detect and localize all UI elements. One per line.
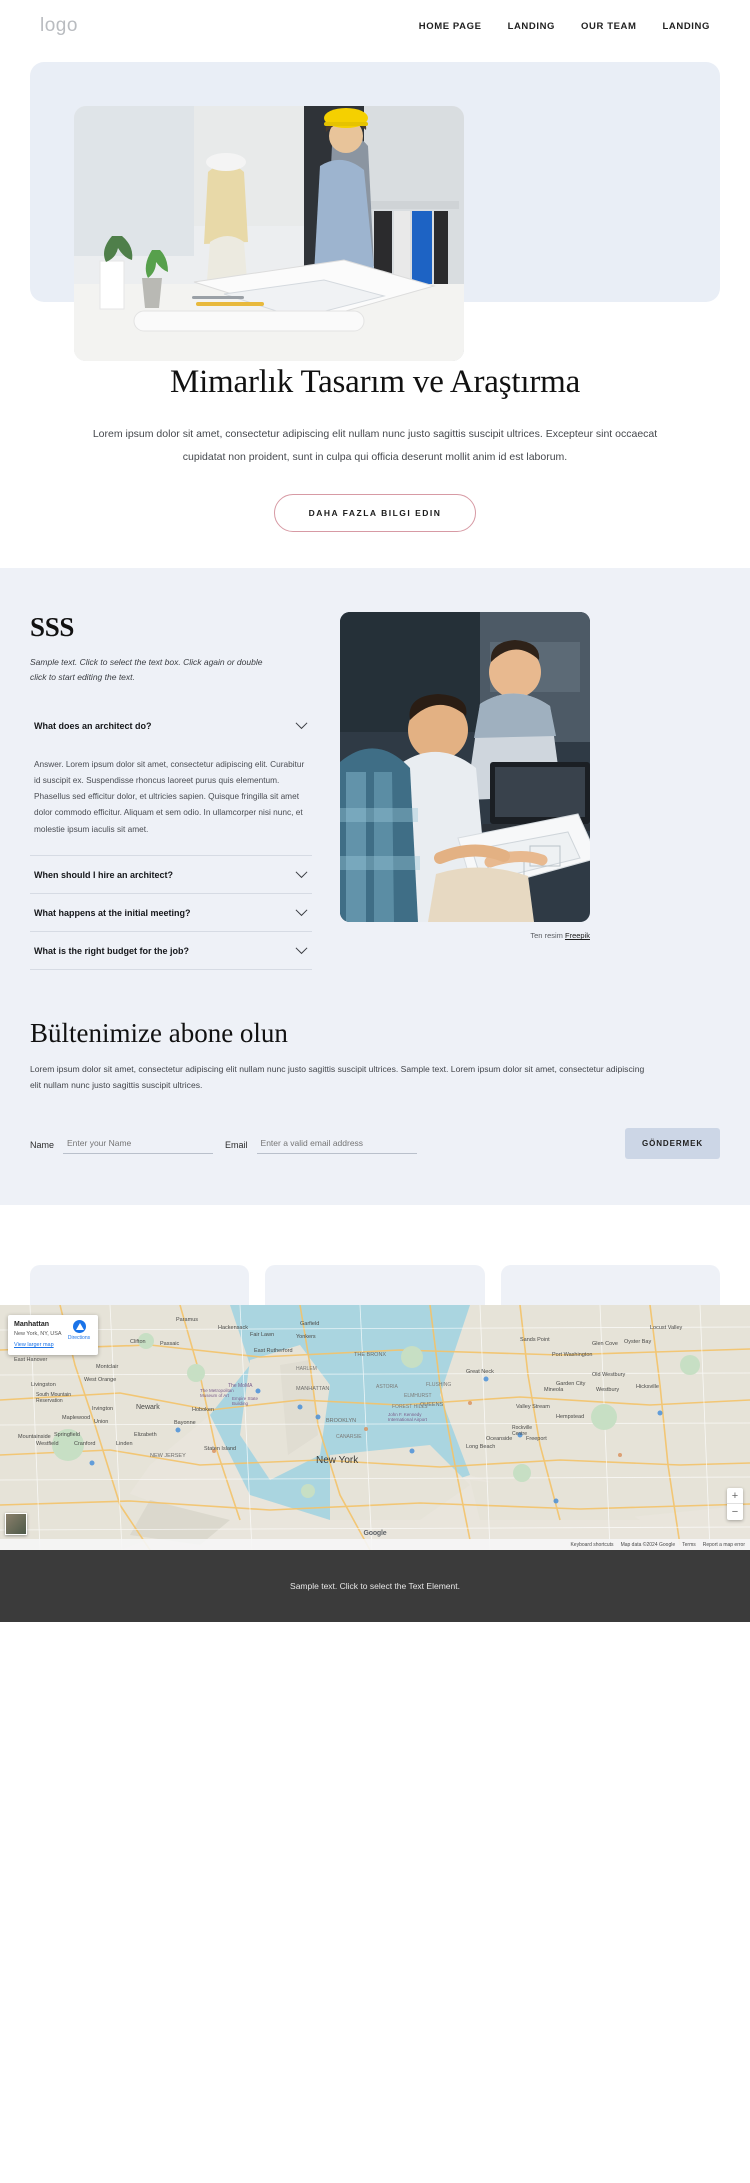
- map-canvas: [0, 1305, 750, 1551]
- google-logo: Google: [363, 1530, 387, 1538]
- accordion-item-4: What is the right budget for the job?: [30, 932, 312, 970]
- logo[interactable]: logo: [40, 15, 78, 37]
- name-input[interactable]: [63, 1133, 214, 1155]
- newsletter-paragraph: Lorem ipsum dolor sit amet, consectetur …: [30, 1063, 645, 1091]
- card-1[interactable]: [30, 1265, 250, 1306]
- accordion-item-3: What happens at the initial meeting?: [30, 894, 312, 932]
- main-navigation: HOME PAGE LANDING OUR TEAM LANDING: [419, 21, 710, 32]
- faq-title: SSS: [30, 612, 75, 643]
- chevron-down-icon[interactable]: [295, 871, 308, 879]
- directions-button[interactable]: Directions: [64, 1320, 94, 1342]
- accordion-question-1: What does an architect do?: [34, 720, 152, 731]
- hero-title: Mimarlık Tasarım ve Araştırma: [169, 364, 581, 400]
- zoom-in-button[interactable]: +: [727, 1488, 743, 1505]
- accordion-question-2: When should I hire an architect?: [34, 869, 174, 880]
- newsletter-form: Name Email GÖNDERMEK: [30, 1128, 720, 1160]
- accordion-question-4: What is the right budget for the job?: [34, 945, 189, 956]
- hero-text-block: Mimarlık Tasarım ve Araştırma Lorem ipsu…: [0, 364, 750, 533]
- accordion-header-3[interactable]: What happens at the initial meeting?: [30, 894, 312, 931]
- keyboard-shortcuts-link[interactable]: Keyboard shortcuts: [570, 1542, 613, 1548]
- accordion-header-1[interactable]: What does an architect do?: [30, 707, 312, 744]
- email-label: Email: [225, 1140, 248, 1151]
- faq-accordion: What does an architect do? Answer. Lorem…: [30, 707, 312, 970]
- newsletter-title: Bültenimize abone olun: [30, 1017, 288, 1048]
- faq-media-column: Ten resim Freepik: [340, 612, 590, 970]
- newsletter-section: Bültenimize abone olun Lorem ipsum dolor…: [0, 1009, 750, 1206]
- faq-subtitle: Sample text. Click to select the text bo…: [30, 657, 263, 682]
- report-map-error-link[interactable]: Report a map error: [703, 1542, 745, 1548]
- faq-section: SSS Sample text. Click to select the tex…: [0, 568, 750, 1010]
- submit-button[interactable]: GÖNDERMEK: [625, 1128, 720, 1160]
- directions-icon: [72, 1320, 86, 1334]
- accordion-header-2[interactable]: When should I hire an architect?: [30, 856, 312, 893]
- street-view-thumbnail[interactable]: [5, 1513, 27, 1536]
- faq-image: [340, 612, 590, 923]
- footer-text: Sample text. Click to select the Text El…: [290, 1581, 460, 1592]
- accordion-question-3: What happens at the initial meeting?: [34, 907, 191, 918]
- image-credit-prefix: Ten resim: [530, 931, 565, 941]
- view-larger-map-link[interactable]: View larger map: [14, 1342, 92, 1350]
- hero-cta-wrapper: DAHA FAZLA BILGI EDIN: [75, 494, 675, 533]
- email-field-group: Email: [225, 1133, 417, 1155]
- map-data-attribution: Map data ©2024 Google: [620, 1541, 676, 1548]
- image-credit: Ten resim Freepik: [340, 931, 590, 940]
- directions-label: Directions: [67, 1335, 91, 1342]
- nav-item-home-page[interactable]: HOME PAGE: [419, 21, 482, 32]
- chevron-down-icon[interactable]: [295, 909, 308, 917]
- faq-content-column: SSS Sample text. Click to select the tex…: [30, 612, 312, 970]
- site-header: logo HOME PAGE LANDING OUR TEAM LANDING: [0, 0, 750, 52]
- zoom-out-button[interactable]: −: [727, 1504, 743, 1520]
- accordion-item-2: When should I hire an architect?: [30, 856, 312, 894]
- hero-section: Mimarlık Tasarım ve Araştırma Lorem ipsu…: [0, 62, 750, 569]
- email-input[interactable]: [256, 1133, 417, 1155]
- learn-more-button[interactable]: DAHA FAZLA BILGI EDIN: [273, 494, 477, 533]
- nav-item-our-team[interactable]: OUR TEAM: [581, 21, 636, 32]
- chevron-down-icon[interactable]: [295, 947, 308, 955]
- hero-background-band: [30, 62, 720, 361]
- card-2[interactable]: [265, 1265, 485, 1306]
- cards-row: [30, 1265, 720, 1306]
- accordion-item-1: What does an architect do? Answer. Lorem…: [30, 707, 312, 856]
- nav-item-landing-1[interactable]: LANDING: [508, 21, 555, 32]
- terms-link[interactable]: Terms: [682, 1542, 696, 1548]
- hero-image: [74, 106, 464, 361]
- nav-item-landing-2[interactable]: LANDING: [663, 21, 710, 32]
- image-credit-link[interactable]: Freepik: [565, 931, 590, 940]
- accordion-header-4[interactable]: What is the right budget for the job?: [30, 932, 312, 969]
- chevron-down-icon[interactable]: [295, 722, 308, 730]
- landing-page: logo HOME PAGE LANDING OUR TEAM LANDING: [0, 0, 750, 1623]
- google-map[interactable]: Manhattan New York, NY, USA View larger …: [0, 1305, 750, 1551]
- site-footer: Sample text. Click to select the Text El…: [0, 1550, 750, 1623]
- cards-section: [0, 1205, 750, 1306]
- faq-layout: SSS Sample text. Click to select the tex…: [30, 612, 720, 970]
- name-label: Name: [30, 1140, 55, 1151]
- card-3[interactable]: [500, 1265, 720, 1306]
- map-footer-bar: Keyboard shortcuts Map data ©2024 Google…: [0, 1539, 750, 1551]
- hero-paragraph: Lorem ipsum dolor sit amet, consectetur …: [92, 428, 658, 463]
- accordion-answer-1: Answer. Lorem ipsum dolor sit amet, cons…: [34, 758, 305, 834]
- map-zoom-controls: + −: [727, 1488, 743, 1521]
- map-place-card[interactable]: Manhattan New York, NY, USA View larger …: [8, 1315, 98, 1356]
- name-field-group: Name: [30, 1133, 214, 1155]
